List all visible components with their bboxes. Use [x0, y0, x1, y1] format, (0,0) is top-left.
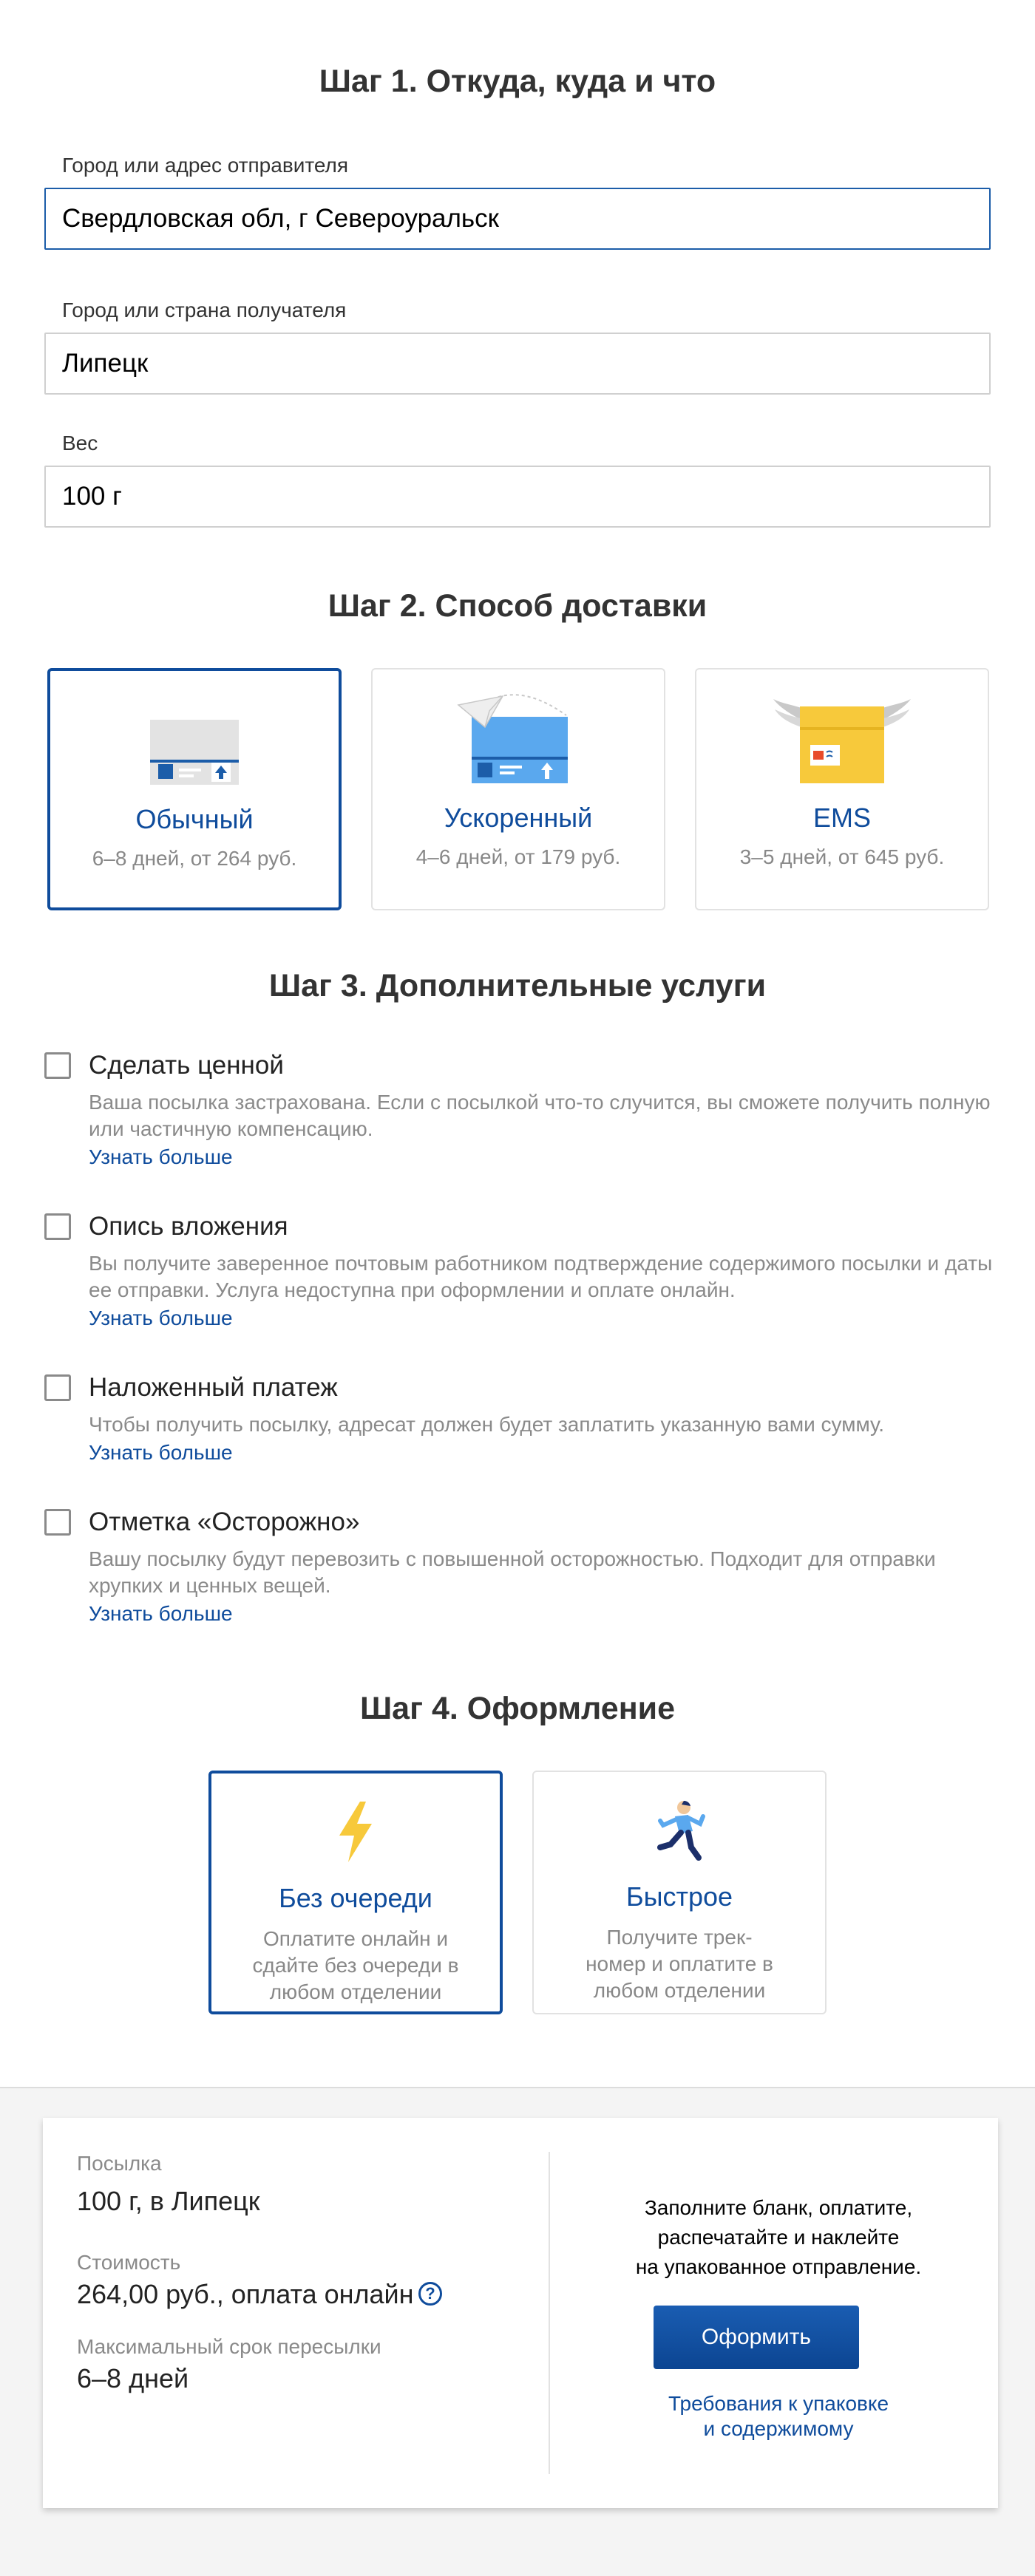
processing-option-no-queue[interactable]: Без очереди Оплатите онлайн и сдайте без…	[208, 1771, 503, 2014]
service-name: Сделать ценной	[89, 1051, 284, 1080]
weight-input[interactable]	[44, 466, 991, 528]
delivery-option-subtitle: 6–8 дней, от 264 руб.	[92, 847, 297, 870]
instruction-line: на упакованное отправление.	[635, 2255, 922, 2278]
delivery-option-title: EMS	[812, 803, 871, 833]
step4-title: Шаг 4. Оформление	[359, 1691, 676, 1726]
step2-title: Шаг 2. Способ доставки	[328, 588, 707, 624]
submit-button[interactable]: Оформить	[654, 2306, 859, 2369]
requirements-line: и содержимому	[703, 2417, 854, 2440]
lightning-icon	[339, 1802, 372, 1862]
learn-more-link[interactable]: Узнать больше	[89, 1441, 233, 1465]
winged-package-icon	[773, 699, 911, 783]
delivery-option-ems[interactable]: EMS 3–5 дней, от 645 руб.	[695, 668, 989, 910]
step3-title: Шаг 3. Дополнительные услуги	[268, 968, 767, 1004]
envelope-icon	[150, 720, 239, 785]
parcel-value: 100 г, в Липецк	[77, 2186, 260, 2216]
requirements-line: Требования к упаковке	[668, 2392, 889, 2415]
step1-title: Шаг 1. Откуда, куда и что	[319, 64, 716, 99]
delivery-option-express[interactable]: Ускоренный 4–6 дней, от 179 руб.	[371, 668, 665, 910]
sender-label: Город или адрес отправителя	[62, 154, 348, 177]
cost-label: Стоимость	[77, 2251, 181, 2274]
term-value: 6–8 дней	[77, 2363, 189, 2393]
service-description: Вы получите заверенное почтовым работник…	[89, 1252, 993, 1301]
service-checkbox[interactable]	[44, 1213, 71, 1240]
processing-option-subtitle: Оплатите онлайн и сдайте без очереди в л…	[252, 1927, 459, 2003]
delivery-option-subtitle: 3–5 дней, от 645 руб.	[739, 845, 945, 868]
recipient-label: Город или страна получателя	[62, 299, 347, 321]
term-label: Максимальный срок пересылки	[77, 2335, 381, 2358]
parcel-label: Посылка	[77, 2152, 162, 2175]
service-checkbox[interactable]	[44, 1374, 71, 1401]
service-name: Отметка «Осторожно»	[89, 1507, 360, 1536]
recipient-city-input[interactable]	[44, 333, 991, 395]
instruction-line: Заполните бланк, оплатите,	[644, 2196, 913, 2219]
runner-icon	[657, 1800, 705, 1861]
service-name: Опись вложения	[89, 1212, 288, 1241]
learn-more-link[interactable]: Узнать больше	[89, 1306, 233, 1330]
delivery-option-title: Ускоренный	[444, 803, 593, 833]
learn-more-link[interactable]: Узнать больше	[89, 1145, 233, 1169]
instruction-text: Заполните бланк, оплатите, распечатайте …	[575, 2193, 982, 2282]
learn-more-link[interactable]: Узнать больше	[89, 1602, 233, 1626]
cost-value: 264,00 руб., оплата онлайн	[77, 2279, 414, 2309]
processing-option-subtitle: Получите трек-номер и оплатите в любом о…	[586, 1926, 773, 2002]
service-checkbox[interactable]	[44, 1052, 71, 1079]
processing-option-fast[interactable]: Быстрое Получите трек-номер и оплатите в…	[532, 1771, 827, 2014]
help-icon[interactable]: ?	[418, 2282, 442, 2306]
instruction-line: распечатайте и наклейте	[657, 2226, 900, 2249]
service-description: Чтобы получить посылку, адресат должен б…	[89, 1413, 884, 1436]
processing-option-title: Быстрое	[625, 1881, 733, 1912]
paper-plane-envelope-icon	[457, 694, 568, 783]
service-description: Ваша посылка застрахована. Если с посылк…	[89, 1091, 991, 1140]
service-checkbox[interactable]	[44, 1509, 71, 1536]
service-description: Вашу посылку будут перевозить с повышенн…	[89, 1547, 936, 1597]
service-name: Наложенный платеж	[89, 1373, 338, 1402]
delivery-option-regular[interactable]: Обычный 6–8 дней, от 264 руб.	[47, 668, 342, 910]
packaging-requirements-link[interactable]: Требования к упаковке и содержимому	[575, 2391, 982, 2442]
sender-address-input[interactable]	[44, 188, 991, 250]
processing-option-title: Без очереди	[279, 1883, 432, 1913]
summary-divider	[549, 2152, 550, 2474]
weight-label: Вес	[62, 432, 98, 454]
order-summary-card: Посылка 100 г, в Липецк Стоимость 264,00…	[43, 2118, 998, 2508]
delivery-option-title: Обычный	[135, 804, 254, 834]
delivery-option-subtitle: 4–6 дней, от 179 руб.	[415, 845, 621, 868]
